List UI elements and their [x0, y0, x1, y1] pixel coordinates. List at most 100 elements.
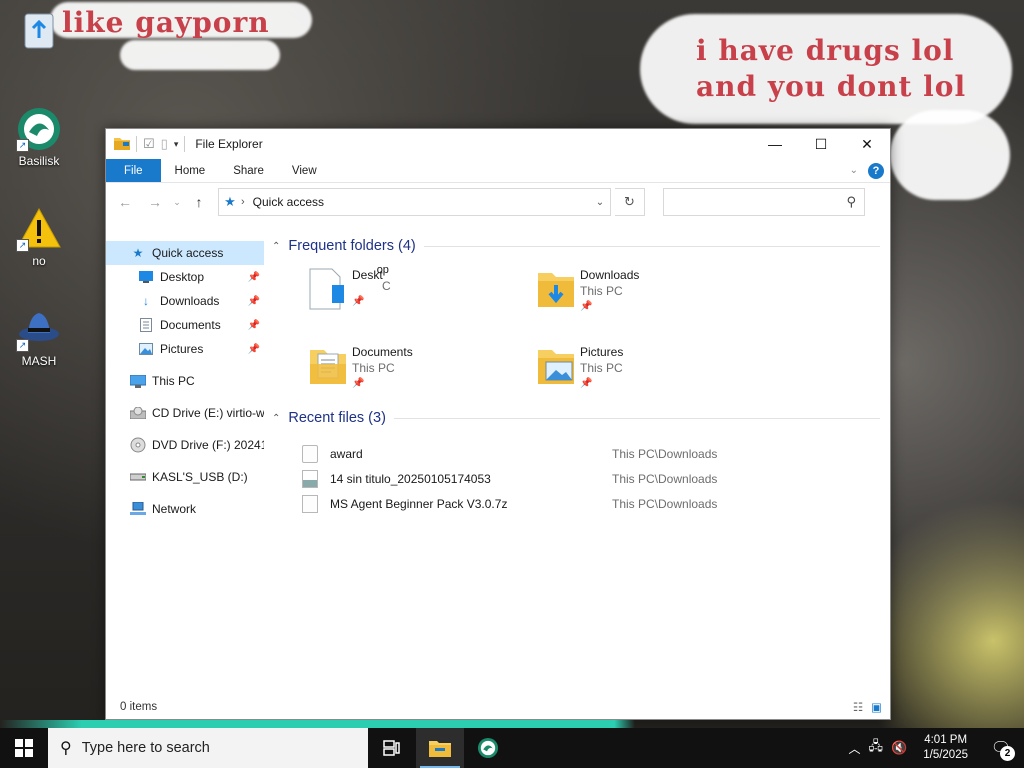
address-dropdown-icon[interactable]: ⌄: [590, 197, 610, 208]
task-view-button[interactable]: [368, 728, 416, 768]
folder-location: This PC: [580, 284, 623, 298]
navigation-bar: ← → ⌄ ↑ ★ › Quick access ⌄ ↻ ⚲: [106, 183, 890, 221]
network-icon: [130, 501, 146, 517]
address-bar[interactable]: ★ › Quick access ⌄: [218, 188, 611, 216]
clock[interactable]: 4:01 PM 1/5/2025: [915, 733, 976, 763]
folder-text: Downloads This PC 📌: [580, 267, 639, 315]
desktop-icon-mash[interactable]: ↗ MASH: [4, 306, 74, 368]
recent-files-list: award This PC\Downloads 14 sin titulo_20…: [272, 429, 880, 516]
nav-usb-drive[interactable]: KASL'S_USB (D:): [106, 465, 264, 489]
tab-file[interactable]: File: [106, 159, 161, 182]
notifications-button[interactable]: 🗨 2: [984, 731, 1018, 765]
task-view-icon: [383, 740, 400, 756]
window-title: File Explorer: [195, 137, 263, 151]
nav-quick-access[interactable]: ★ Quick access: [106, 241, 264, 265]
folder-app-icon: [114, 136, 130, 153]
nav-label: Downloads: [160, 294, 220, 308]
ribbon-tabs: File Home Share View ⌄ ?: [106, 159, 890, 183]
recent-file-row[interactable]: award This PC\Downloads: [302, 441, 880, 466]
large-icons-view-icon[interactable]: ▣: [871, 700, 882, 714]
new-folder-icon[interactable]: ▯: [161, 136, 168, 152]
search-input[interactable]: ⚲: [663, 188, 865, 216]
folder-name: Pictures: [580, 345, 624, 359]
shortcut-arrow-icon: ↗: [16, 339, 29, 352]
customize-toolbar-chevron-icon[interactable]: ▾: [174, 139, 179, 150]
tab-home[interactable]: Home: [161, 159, 220, 182]
desktop-icon-no[interactable]: ↗ no: [4, 206, 74, 268]
details-view-icon[interactable]: ☷: [853, 700, 863, 714]
maximize-button[interactable]: ☐: [798, 129, 844, 159]
downloads-folder-icon: [534, 267, 578, 311]
frequent-folders-header[interactable]: ⌃ Frequent folders (4): [272, 235, 880, 257]
pin-icon: 📌: [247, 319, 260, 331]
folder-tile-documents[interactable]: Documents This PC 📌: [306, 344, 534, 394]
network-status-icon[interactable]: 🖧: [869, 737, 884, 759]
pin-icon: 📌: [247, 343, 260, 355]
pin-icon: 📌: [352, 378, 365, 389]
title-bar[interactable]: ☑ ▯ ▾ File Explorer — ☐ ✕: [106, 129, 890, 159]
nav-pictures[interactable]: Pictures 📌: [106, 337, 264, 361]
refresh-button[interactable]: ↻: [615, 188, 645, 216]
nav-documents[interactable]: Documents 📌: [106, 313, 264, 337]
collapse-chevron-icon[interactable]: ⌃: [272, 413, 280, 424]
properties-icon[interactable]: ☑: [143, 136, 155, 152]
quick-access-star-icon: ★: [224, 194, 236, 209]
item-count: 0 items: [120, 701, 158, 713]
tab-view[interactable]: View: [278, 159, 331, 182]
nav-network[interactable]: Network: [106, 497, 264, 521]
scribble-left-2: [120, 40, 280, 70]
teal-highlight-strip: [0, 720, 1024, 728]
status-bar: 0 items ☷ ▣: [106, 695, 890, 719]
folder-tile-pictures[interactable]: Pictures This PC 📌: [534, 344, 762, 394]
start-button[interactable]: [0, 728, 48, 768]
scribble-text-left: like gayporn: [62, 6, 270, 39]
taskbar-file-explorer[interactable]: [416, 728, 464, 768]
taskbar-search-box[interactable]: ⚲ Type here to search: [48, 728, 368, 768]
tab-share[interactable]: Share: [219, 159, 278, 182]
back-arrow-icon[interactable]: ←: [112, 189, 138, 215]
recycle-bin-icon[interactable]: [4, 8, 74, 56]
nav-desktop[interactable]: Desktop 📌: [106, 265, 264, 289]
computer-icon: [130, 373, 146, 389]
volume-muted-icon[interactable]: 🔇: [891, 740, 907, 756]
scribble-text-right-2: and you dont lol: [696, 70, 967, 103]
cd-drive-icon: [130, 405, 146, 421]
folder-text: Documents This PC 📌: [352, 344, 413, 392]
show-hidden-icons-chevron-icon[interactable]: ︿: [849, 740, 861, 757]
nav-cd-drive[interactable]: CD Drive (E:) virtio-w: [106, 401, 264, 425]
scribble-right: [640, 14, 1012, 124]
nav-downloads[interactable]: ↓ Downloads 📌: [106, 289, 264, 313]
file-name: MS Agent Beginner Pack V3.0.7z: [330, 496, 508, 511]
desktop-icon-label: MASH: [21, 354, 57, 368]
search-icon: ⚲: [60, 740, 72, 757]
folder-tile-desktop[interactable]: Desktop C 📌: [306, 264, 534, 317]
folder-tile-downloads[interactable]: Downloads This PC 📌: [534, 267, 762, 317]
pin-icon: 📌: [247, 295, 260, 307]
folder-name-overlap: op: [376, 264, 389, 276]
recent-locations-chevron-icon[interactable]: ⌄: [172, 189, 182, 215]
expand-ribbon-chevron-icon[interactable]: ⌄: [850, 165, 858, 176]
forward-arrow-icon[interactable]: →: [142, 189, 168, 215]
help-icon[interactable]: ?: [868, 162, 884, 179]
nav-label: Desktop: [160, 270, 205, 284]
windows-logo-icon: [15, 739, 33, 757]
up-arrow-icon[interactable]: ↑: [186, 189, 212, 215]
recent-file-row[interactable]: MS Agent Beginner Pack V3.0.7z This PC\D…: [302, 491, 880, 516]
desktop-icon-label: Basilisk: [18, 154, 60, 168]
address-path[interactable]: Quick access: [253, 195, 590, 209]
desktop-icon-basilisk[interactable]: ↗ Basilisk: [4, 106, 74, 168]
desktop-icon: [138, 269, 154, 285]
nav-this-pc[interactable]: This PC: [106, 369, 264, 393]
minimize-button[interactable]: —: [752, 129, 798, 159]
collapse-chevron-icon[interactable]: ⌃: [272, 241, 280, 252]
nav-dvd-drive[interactable]: DVD Drive (F:) 202412: [106, 433, 264, 457]
file-location: This PC\Downloads: [612, 496, 718, 511]
recent-files-header[interactable]: ⌃ Recent files (3): [272, 407, 880, 429]
recent-file-row[interactable]: 14 sin titulo_20250105174053 This PC\Dow…: [302, 466, 880, 491]
close-button[interactable]: ✕: [844, 129, 890, 159]
breadcrumb-chevron-icon[interactable]: ›: [241, 196, 245, 208]
taskbar-basilisk[interactable]: [464, 728, 512, 768]
